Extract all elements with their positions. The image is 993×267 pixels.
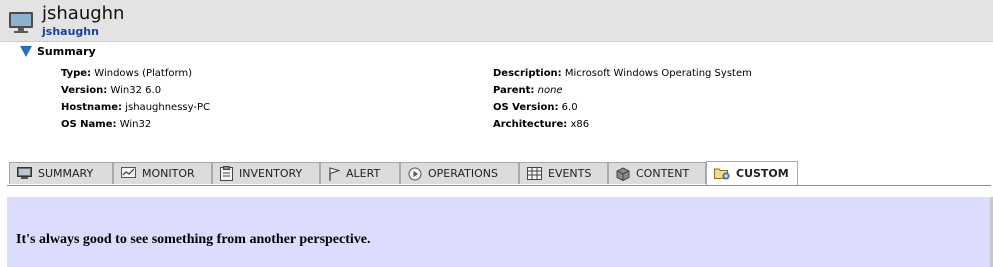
tab-custom[interactable]: CUSTOM [706, 161, 798, 185]
chart-icon [121, 167, 136, 178]
tab-alert[interactable]: ALERT [320, 162, 400, 184]
resource-header: jshaughn jshaughn [0, 0, 993, 42]
summary-left-column: Type: Windows (Platform) Version: Win32 … [61, 65, 210, 133]
resource-link[interactable]: jshaughn [42, 25, 99, 38]
os-version-row: OS Version: 6.0 [493, 99, 752, 116]
hostname-label: Hostname: [61, 102, 123, 113]
tab-alert-label: ALERT [346, 167, 381, 180]
architecture-value: x86 [570, 119, 590, 130]
tab-events-label: EVENTS [548, 167, 592, 180]
description-row: Description: Microsoft Windows Operating… [493, 65, 752, 82]
parent-value: none [537, 85, 563, 96]
tab-summary[interactable]: SUMMARY [9, 162, 113, 184]
hostname-row: Hostname: jshaughnessy-PC [61, 99, 210, 116]
tab-inventory-label: INVENTORY [239, 167, 303, 180]
description-value: Microsoft Windows Operating System [564, 68, 752, 79]
summary-title: Summary [37, 44, 96, 58]
custom-content-panel: It's always good to see something from a… [7, 197, 990, 267]
type-value: Windows (Platform) [94, 68, 193, 79]
parent-row: Parent: none [493, 82, 752, 99]
os-name-row: OS Name: Win32 [61, 116, 210, 133]
collapse-triangle-icon[interactable] [20, 45, 32, 57]
architecture-row: Architecture: x86 [493, 116, 752, 133]
tab-content[interactable]: CONTENT [608, 162, 706, 184]
tab-inventory[interactable]: INVENTORY [212, 162, 320, 184]
hostname-value: jshaughnessy-PC [125, 102, 210, 113]
tab-monitor-label: MONITOR [142, 167, 195, 180]
custom-message: It's always good to see something from a… [16, 232, 371, 247]
table-icon [527, 167, 542, 180]
box-icon [616, 166, 630, 181]
os-version-value: 6.0 [561, 102, 578, 113]
summary-toggle[interactable]: Summary [20, 43, 96, 59]
clipboard-icon [220, 166, 233, 181]
tab-operations-label: OPERATIONS [428, 167, 498, 180]
tab-custom-label: CUSTOM [736, 167, 789, 180]
os-name-label: OS Name: [61, 119, 117, 130]
description-label: Description: [493, 68, 562, 79]
resource-name: jshaughn [42, 3, 125, 24]
tab-operations[interactable]: OPERATIONS [400, 162, 519, 184]
type-row: Type: Windows (Platform) [61, 65, 210, 82]
flag-icon [329, 166, 340, 181]
tab-bar: SUMMARY MONITOR INVENTORY ALERT OPERATIO… [7, 161, 991, 186]
version-label: Version: [61, 85, 108, 96]
monitor-icon [9, 12, 33, 33]
version-row: Version: Win32 6.0 [61, 82, 210, 99]
tab-content-label: CONTENT [636, 167, 690, 180]
os-version-label: OS Version: [493, 102, 559, 113]
play-icon [408, 167, 422, 180]
parent-label: Parent: [493, 85, 535, 96]
tab-events[interactable]: EVENTS [519, 162, 608, 184]
version-value: Win32 6.0 [110, 85, 162, 96]
os-name-value: Win32 [119, 119, 152, 130]
tab-monitor[interactable]: MONITOR [113, 162, 212, 184]
architecture-label: Architecture: [493, 119, 568, 130]
folder-gear-icon [714, 168, 730, 180]
monitor-icon [17, 167, 32, 179]
type-label: Type: [61, 68, 92, 79]
summary-right-column: Description: Microsoft Windows Operating… [493, 65, 752, 133]
tab-summary-label: SUMMARY [38, 167, 94, 180]
